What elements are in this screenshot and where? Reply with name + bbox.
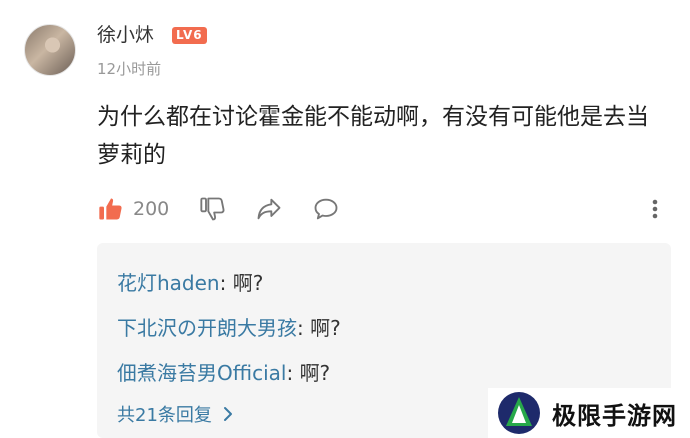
reply-item[interactable]: 佃煮海苔男Official: 啊? [117,357,330,386]
avatar[interactable] [24,24,76,76]
reply-item[interactable]: 花灯haden: 啊? [117,267,263,296]
reply-text: 啊? [310,316,341,340]
reply-author[interactable]: 佃煮海苔男Official [117,361,286,385]
share-icon [257,198,281,220]
action-bar: 200 [97,193,667,225]
thumbs-down-icon [200,197,225,221]
share-button[interactable] [255,193,283,225]
watermark: 极限手游网 [488,388,690,438]
like-button[interactable]: 200 [97,193,169,225]
reply-button[interactable] [312,193,340,225]
thumbs-up-icon [99,198,122,220]
reply-text: 啊? [232,271,264,295]
reply-separator: : [219,271,233,295]
more-vertical-icon [652,199,658,219]
reply-separator: : [286,361,300,385]
view-all-replies-link[interactable]: 共21条回复 [117,401,240,427]
reply-text: 啊? [299,361,331,385]
more-options-button[interactable] [645,193,665,225]
reply-separator: : [297,316,311,340]
dislike-button[interactable] [199,193,227,225]
reply-item[interactable]: 下北沢の开朗大男孩: 啊? [117,312,341,341]
reply-author[interactable]: 花灯haden [117,271,220,295]
watermark-text: 极限手游网 [552,401,677,430]
timestamp: 12小时前 [97,60,162,78]
more-replies-label: 共21条回复 [117,405,212,426]
chevron-right-icon [223,407,232,421]
comment-icon [314,198,338,220]
watermark-logo-icon [498,392,540,434]
like-count: 200 [133,198,170,220]
reply-author[interactable]: 下北沢の开朗大男孩 [117,316,297,340]
username[interactable]: 徐小炑 [97,20,154,47]
comment-text: 为什么都在讨论霍金能不能动啊，有没有可能他是去当萝莉的 [97,104,649,168]
level-badge: LV6 [172,27,207,44]
